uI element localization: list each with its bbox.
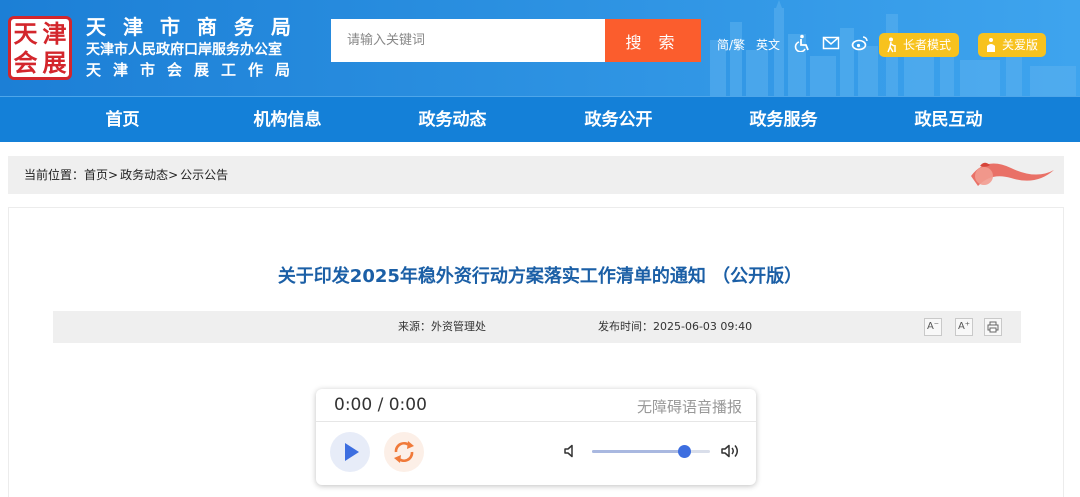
- play-button[interactable]: [330, 432, 370, 472]
- lang-english-link[interactable]: 英文: [756, 36, 780, 53]
- breadcrumb-item-announcements[interactable]: 公示公告: [180, 168, 228, 182]
- volume-slider[interactable]: [592, 445, 710, 458]
- print-icon: [987, 321, 999, 333]
- audio-player: 0:00 / 0:00 无障碍语音播报: [316, 389, 756, 485]
- site-brand: 天津市商务局 天津市人民政府口岸服务办公室 天津市会展工作局: [86, 15, 308, 80]
- site-header: 天 津 会 展 天津市商务局 天津市人民政府口岸服务办公室 天津市会展工作局 搜…: [0, 0, 1080, 96]
- elder-icon: [887, 37, 896, 53]
- mail-icon[interactable]: [822, 34, 840, 52]
- volume-high-icon[interactable]: [720, 442, 742, 460]
- wheelchair-icon[interactable]: [793, 34, 811, 52]
- print-button[interactable]: [984, 318, 1002, 336]
- site-logo[interactable]: 天 津 会 展: [8, 16, 72, 80]
- nav-item-interaction[interactable]: 政民互动: [866, 97, 1031, 143]
- brand-line-2: 天津市人民政府口岸服务办公室: [86, 42, 282, 58]
- logo-char: 天: [13, 19, 38, 48]
- weibo-icon[interactable]: [851, 34, 869, 52]
- play-icon: [345, 443, 359, 461]
- lang-simplified-traditional-link[interactable]: 简/繁: [717, 36, 745, 53]
- breadcrumb-prefix: 当前位置：: [24, 168, 85, 182]
- breadcrumb-trail: 当前位置：首页> 政务动态> 公示公告: [24, 156, 228, 194]
- volume-slider-thumb[interactable]: [678, 445, 692, 458]
- nav-item-home[interactable]: 首页: [40, 97, 205, 143]
- article-publish-time: 发布时间：2025-06-03 09:40: [598, 320, 753, 333]
- breadcrumb: 当前位置：首页> 政务动态> 公示公告: [8, 156, 1064, 194]
- logo-char: 展: [42, 48, 67, 77]
- ribbon-decoration: [971, 162, 1054, 186]
- search-input[interactable]: [331, 19, 605, 62]
- care-version-label: 关爱版: [1002, 38, 1039, 52]
- volume-slider-fill: [592, 450, 685, 453]
- nav-item-gov-open[interactable]: 政务公开: [536, 97, 701, 143]
- breadcrumb-item-home[interactable]: 首页>: [84, 168, 118, 182]
- replay-button[interactable]: [384, 432, 424, 472]
- player-time: 0:00 / 0:00: [334, 395, 427, 415]
- nav-item-org-info[interactable]: 机构信息: [205, 97, 370, 143]
- volume-low-icon[interactable]: [562, 442, 580, 460]
- elder-mode-button[interactable]: 长者模式: [879, 33, 960, 57]
- elder-mode-label: 长者模式: [903, 38, 952, 52]
- player-divider: [316, 421, 756, 422]
- article-source: 来源：外资管理处: [398, 320, 486, 333]
- search-button[interactable]: 搜 索: [605, 19, 701, 62]
- font-increase-button[interactable]: A⁺: [955, 318, 973, 336]
- main-nav: 首页 机构信息 政务动态 政务公开 政务服务 政民互动: [0, 96, 1080, 142]
- nav-item-gov-news[interactable]: 政务动态: [370, 97, 535, 143]
- breadcrumb-item-gov-news[interactable]: 政务动态>: [120, 168, 178, 182]
- brand-line-1: 天津市商务局: [86, 15, 308, 39]
- care-icon: [987, 38, 995, 52]
- logo-char: 津: [42, 19, 67, 48]
- replay-icon: [394, 441, 414, 463]
- player-label: 无障碍语音播报: [636, 398, 742, 416]
- article-meta-bar: 来源：外资管理处 发布时间：2025-06-03 09:40 A⁻ A⁺: [53, 311, 1021, 343]
- logo-char: 会: [13, 48, 38, 77]
- nav-item-gov-service[interactable]: 政务服务: [701, 97, 866, 143]
- font-decrease-button[interactable]: A⁻: [924, 318, 942, 336]
- brand-line-3: 天津市会展工作局: [86, 61, 303, 79]
- article-title: 关于印发2025年稳外资行动方案落实工作清单的通知 （公开版）: [277, 266, 803, 287]
- care-version-button[interactable]: 关爱版: [978, 33, 1047, 57]
